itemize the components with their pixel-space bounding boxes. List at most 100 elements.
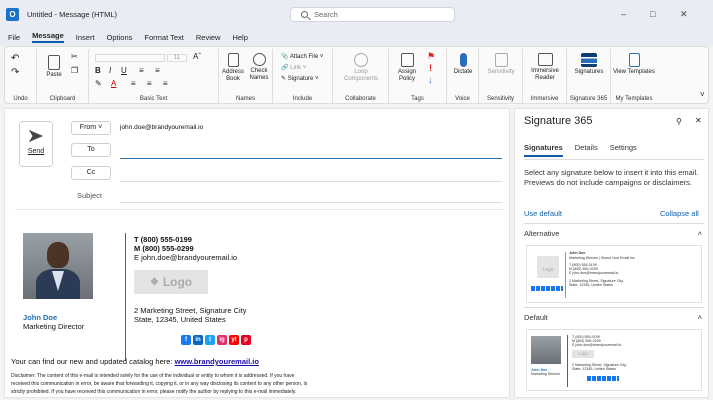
dictate-button[interactable]: Dictate	[449, 53, 477, 76]
send-button[interactable]: Send	[19, 121, 53, 167]
flag-icon[interactable]: ⚑	[427, 52, 435, 61]
ribbon-tabs: File Message Insert Options Format Text …	[0, 28, 713, 46]
paste-button[interactable]: Paste	[43, 55, 65, 79]
default-logo: Logo	[572, 350, 594, 358]
chevron-up-icon: ˄	[697, 229, 702, 238]
immersive-reader-button[interactable]: Immersive Reader	[525, 53, 565, 82]
align-right-icon[interactable]: ≡	[163, 80, 168, 88]
section-default[interactable]: Default ˄	[524, 313, 704, 322]
check-names-label: Check Names	[249, 68, 269, 81]
redo-icon[interactable]: ↷	[11, 68, 19, 78]
align-center-icon[interactable]: ≡	[147, 80, 152, 88]
italic-icon[interactable]: I	[109, 67, 111, 75]
check-names-button[interactable]: Check Names	[247, 53, 271, 82]
assign-policy-button[interactable]: Assign Policy	[393, 53, 421, 83]
alt-title: Marketing Director | Brand Your Email In…	[569, 256, 635, 260]
loop-components-button[interactable]: Loop Components	[337, 53, 385, 83]
align-left-icon[interactable]: ≡	[131, 80, 136, 88]
cc-button[interactable]: Cc	[71, 166, 111, 180]
send-icon	[29, 130, 43, 142]
facebook-icon[interactable]: f	[181, 335, 191, 345]
address-book-icon	[227, 53, 239, 67]
to-button[interactable]: To	[71, 143, 111, 157]
panel-close-icon[interactable]: ✕	[695, 116, 702, 125]
panel-tab-signatures[interactable]: Signatures	[524, 143, 563, 157]
assign-policy-label: Assign Policy	[397, 69, 416, 82]
panel-tab-settings[interactable]: Settings	[610, 143, 637, 157]
use-default-link[interactable]: Use default	[524, 209, 562, 218]
sensitivity-label: Sensitivity	[487, 69, 515, 75]
maximize-button[interactable]: □	[650, 9, 655, 19]
cut-icon[interactable]: ✂	[71, 53, 78, 61]
pin-icon[interactable]: ⚲	[676, 117, 682, 126]
undo-icon[interactable]: ↶	[11, 54, 19, 64]
bullets-icon[interactable]: ≡	[139, 67, 144, 75]
low-importance-icon[interactable]: ↓	[428, 76, 433, 85]
font-color-icon[interactable]: A	[111, 80, 116, 88]
collapse-all-link[interactable]: Collapse all	[660, 209, 699, 218]
panel-title: Signature 365	[524, 115, 593, 127]
ribbon-collapse-icon[interactable]: ˅	[700, 91, 705, 99]
pinterest-icon[interactable]: p	[241, 335, 251, 345]
tab-insert[interactable]: Insert	[76, 33, 95, 42]
panel-tab-details[interactable]: Details	[575, 143, 598, 157]
subject-label: Subject	[77, 191, 103, 200]
high-importance-icon[interactable]: !	[429, 64, 432, 73]
from-label: From	[79, 124, 97, 131]
default-divider	[567, 335, 568, 387]
section-alternative[interactable]: Alternative ˄	[524, 229, 704, 238]
tab-format-text[interactable]: Format Text	[144, 33, 183, 42]
my-templates-group: View Templates My Templates	[611, 49, 657, 103]
search-box[interactable]: Search	[290, 7, 455, 22]
panel-divider-1	[524, 223, 704, 224]
title-bar: O Untitled - Message (HTML) Search – □ ✕	[0, 0, 713, 28]
instagram-icon[interactable]: ig	[217, 335, 227, 345]
underline-icon[interactable]: U	[121, 67, 127, 75]
default-social-icons	[587, 376, 619, 381]
tab-help[interactable]: Help	[232, 33, 247, 42]
immersive-reader-icon	[537, 53, 553, 66]
close-button[interactable]: ✕	[680, 9, 688, 20]
from-button[interactable]: From ˅	[71, 121, 111, 135]
subject-field[interactable]	[120, 202, 502, 203]
tab-options[interactable]: Options	[107, 33, 133, 42]
tab-file[interactable]: File	[8, 33, 20, 42]
font-family-dropdown[interactable]	[95, 54, 165, 62]
copy-icon[interactable]: ❐	[71, 67, 78, 75]
signature-button[interactable]: ✎ Signature ˅	[281, 76, 319, 83]
panel-description: Select any signature below to insert it …	[524, 168, 699, 187]
linkedin-icon[interactable]: in	[193, 335, 203, 345]
sensitivity-button[interactable]: Sensitivity	[483, 53, 519, 76]
grow-font-icon[interactable]: Aˆ	[193, 53, 201, 61]
address-book-button[interactable]: Address Book	[221, 53, 245, 83]
immersive-group-label: Immersive	[530, 96, 559, 102]
disclaimer-line-3: strictly prohibited. If you have receive…	[11, 389, 297, 395]
tab-message[interactable]: Message	[32, 31, 64, 43]
cc-field[interactable]	[120, 181, 502, 182]
signatures-label: Signatures	[574, 69, 604, 75]
logo-placeholder: ❖ Logo	[134, 270, 208, 294]
numbering-icon[interactable]: ≡	[155, 67, 160, 75]
default-addr-2: State, 12345, United States	[572, 367, 616, 371]
attach-file-button[interactable]: 📎 Attach File ˅	[281, 54, 323, 61]
catalog-link[interactable]: www.brandyouremail.io	[175, 357, 259, 366]
link-button[interactable]: 🔗 Link ˅	[281, 65, 306, 72]
clipboard-icon	[48, 55, 60, 70]
font-size-dropdown[interactable]: 11	[167, 54, 187, 62]
minimize-button[interactable]: –	[621, 9, 626, 19]
highlight-icon[interactable]: ✎	[95, 80, 102, 88]
bold-icon[interactable]: B	[95, 67, 101, 75]
signatures-button[interactable]: Signatures	[569, 53, 609, 76]
view-templates-button[interactable]: View Templates	[613, 53, 655, 76]
tab-review[interactable]: Review	[196, 33, 221, 42]
youtube-icon[interactable]: yt	[229, 335, 239, 345]
photo-head	[47, 242, 69, 268]
panel-divider-2	[524, 307, 704, 308]
signature-card-default[interactable]: John Doe Marketing Director T (800) 555-…	[526, 329, 702, 391]
twitter-icon[interactable]: t	[205, 335, 215, 345]
chevron-up-icon: ˄	[697, 313, 702, 322]
to-field[interactable]	[120, 158, 502, 159]
signature-card-alternative[interactable]: Logo John Doe Marketing Director | Brand…	[526, 245, 702, 303]
signature-address-2: State, 12345, United States	[134, 315, 226, 324]
logo-icon: ❖	[149, 276, 159, 288]
